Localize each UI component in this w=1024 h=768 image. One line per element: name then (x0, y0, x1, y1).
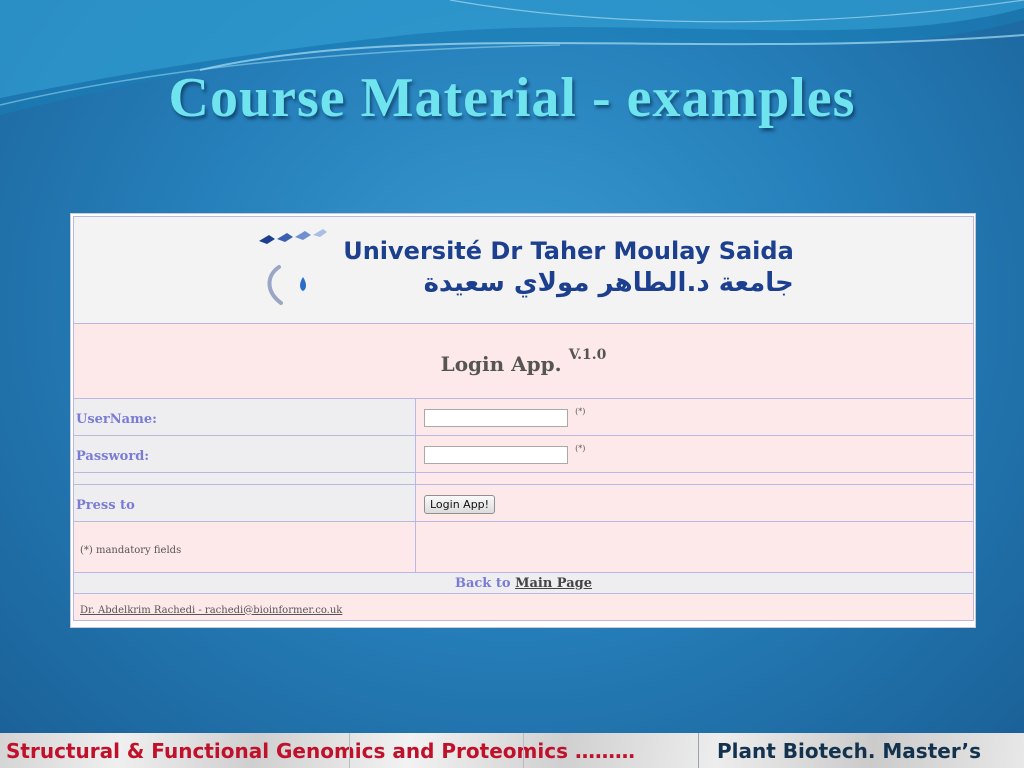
login-button-cell: Login App! (414, 484, 975, 522)
login-table: Université Dr Taher Moulay Saida جامعة د… (72, 216, 975, 621)
spacer-cell (414, 472, 975, 485)
empty-cell (414, 521, 975, 573)
footer-tick (349, 733, 350, 768)
username-label: UserName: (76, 411, 157, 427)
mandatory-note: (*) mandatory fields (80, 544, 182, 556)
university-logo-banner: Université Dr Taher Moulay Saida جامعة د… (72, 216, 975, 324)
app-header: Login App. V.1.0 (72, 323, 975, 399)
university-name-french: Université Dr Taher Moulay Saida (343, 237, 794, 265)
press-label-cell: Press to (73, 484, 416, 522)
password-input[interactable] (424, 446, 568, 465)
author-link[interactable]: Dr. Abdelkrim Rachedi - rachedi@bioinfor… (74, 605, 342, 616)
login-button[interactable]: Login App! (424, 494, 496, 514)
password-required-marker: (*) (575, 443, 586, 453)
footer-tick (523, 733, 524, 768)
password-field-cell: (*) (414, 435, 975, 473)
login-app-screenshot: Université Dr Taher Moulay Saida جامعة د… (70, 213, 976, 628)
author-row: Dr. Abdelkrim Rachedi - rachedi@bioinfor… (72, 593, 975, 621)
university-emblem-icon (259, 229, 328, 305)
program-title: Plant Biotech. Master’s (717, 738, 982, 763)
username-input[interactable] (424, 409, 568, 428)
app-version: V.1.0 (568, 346, 607, 363)
back-prefix: Back to (454, 575, 511, 591)
username-label-cell: UserName: (73, 398, 416, 436)
slide-title: Course Material - examples (168, 67, 856, 129)
press-label: Press to (76, 497, 135, 513)
username-field-cell: (*) (414, 398, 975, 436)
back-row: Back to Main Page (72, 572, 975, 594)
app-title: Login App. (440, 351, 562, 376)
mandatory-note-cell: (*) mandatory fields (73, 521, 416, 573)
password-label-cell: Password: (73, 435, 416, 473)
main-page-link[interactable]: Main Page (515, 576, 592, 591)
university-name-arabic: جامعة د.الطاهر مولاي سعيدة (423, 268, 794, 298)
username-required-marker: (*) (575, 406, 586, 416)
password-label: Password: (76, 448, 150, 464)
spacer-cell (73, 472, 416, 485)
slide-footer: Structural & Functional Genomics and Pro… (0, 733, 1024, 768)
